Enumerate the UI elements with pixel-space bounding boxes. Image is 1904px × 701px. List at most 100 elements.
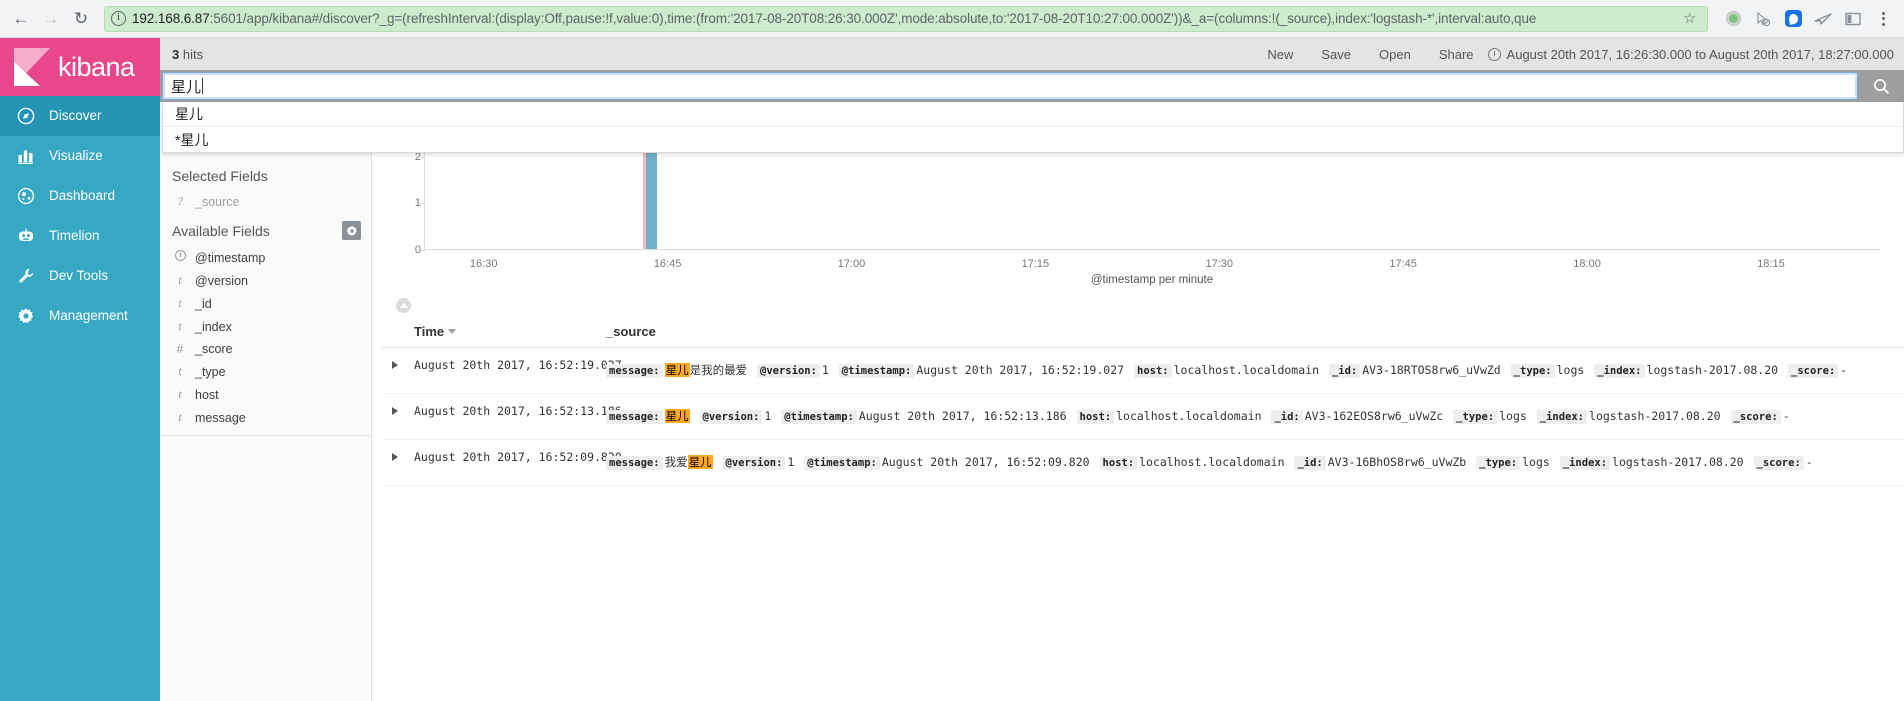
discover-main: Count 012 16:3016:4517:0017:1517:3017:45… [372, 102, 1904, 701]
field-value: logs [1499, 409, 1527, 423]
field-name: _type [195, 364, 226, 379]
sidebar-item-management[interactable]: Management [0, 296, 160, 336]
search-input[interactable]: 星儿 [162, 72, 1858, 100]
field-item-message[interactable]: t message [160, 406, 371, 429]
field-key: @version: [699, 410, 763, 424]
address-bar[interactable]: 192.168.6.87:5601/app/kibana#/discover?_… [104, 5, 1708, 32]
chart-y-tickmark [420, 156, 425, 158]
sidebar-item-visualize[interactable]: Visualize [0, 136, 160, 176]
field-name: @version [195, 273, 248, 288]
field-name: message [195, 410, 246, 425]
panel-layout-icon[interactable] [1840, 6, 1866, 32]
query-bar: 星儿 [160, 70, 1904, 102]
time-picker-button[interactable]: August 20th 2017, 16:26:30.000 to August… [1487, 46, 1904, 62]
browser-toolbar: ← → ↻ 192.168.6.87:5601/app/kibana#/disc… [0, 0, 1904, 38]
field-value: AV3-16BhOS8rw6_uVwZb [1327, 455, 1467, 469]
column-header-time[interactable]: Time [408, 324, 606, 339]
new-button[interactable]: New [1253, 47, 1307, 62]
field-value: localhost.localdomain [1116, 409, 1262, 423]
field-type-string-icon: t [178, 364, 182, 378]
field-item-timestamp[interactable]: @timestamp [160, 246, 371, 269]
field-name: _source [195, 194, 240, 209]
field-settings-gear-icon[interactable] [342, 221, 361, 240]
timelion-icon [16, 226, 36, 246]
sidebar-item-label: Dev Tools [49, 268, 109, 283]
field-key: _index: [1559, 456, 1611, 470]
field-type-date-icon [174, 250, 186, 265]
selected-field-source[interactable]: ? _source [160, 190, 371, 213]
sort-desc-icon[interactable] [448, 329, 457, 334]
search-icon [1873, 78, 1889, 94]
clock-icon [1487, 47, 1501, 61]
open-button[interactable]: Open [1365, 47, 1425, 62]
cell-source: message: 星儿是我的最爱 @version: 1 @timestamp: Au… [606, 358, 1904, 383]
back-arrow-icon[interactable]: ← [6, 4, 36, 34]
sidebar-item-discover[interactable]: Discover [0, 96, 160, 136]
discover-topbar: 3 hits New Save Open Share August 20th 2… [160, 38, 1904, 70]
kibana-logo-icon [14, 48, 50, 86]
field-value: 1 [787, 455, 795, 469]
field-name: _id [195, 296, 212, 311]
field-key: @timestamp: [838, 364, 915, 378]
bar-chart-icon [16, 146, 36, 166]
sidebar-item-dev-tools[interactable]: Dev Tools [0, 256, 160, 296]
chrome-menu-icon[interactable] [1870, 6, 1896, 32]
document-table: Time _source August 20th 2017, 16:52:19.… [382, 320, 1904, 701]
field-value: 1 [764, 409, 772, 423]
extension-circle-icon[interactable] [1720, 6, 1746, 32]
hits-count: 3 hits [160, 47, 203, 62]
field-value: logstash-2017.08.20 [1646, 363, 1779, 377]
expand-row-icon[interactable] [382, 358, 408, 383]
suggestion-item[interactable]: *星儿 [163, 127, 1903, 152]
field-item-type[interactable]: t _type [160, 360, 371, 383]
expand-row-icon[interactable] [382, 404, 408, 429]
pocket-icon[interactable] [1780, 6, 1806, 32]
kibana-logo[interactable]: kibana [0, 38, 160, 96]
forward-arrow-icon[interactable]: → [36, 4, 66, 34]
field-value: - [1782, 409, 1790, 423]
field-item-id[interactable]: t _id [160, 292, 371, 315]
reload-icon[interactable]: ↻ [66, 4, 96, 34]
chart-y-tick: 0 [414, 244, 421, 256]
chart-x-tick: 17:45 [1389, 258, 1417, 270]
field-name: _index [195, 319, 232, 334]
field-type-number-icon: # [176, 342, 184, 356]
table-row[interactable]: August 20th 2017, 16:52:13.186 message: 星儿… [382, 394, 1904, 440]
field-key: @version: [757, 364, 820, 378]
suggestion-item[interactable]: 星儿 [163, 102, 1903, 127]
field-item-host[interactable]: t host [160, 383, 371, 406]
table-header-row: Time _source [382, 320, 1904, 348]
field-item-index[interactable]: t _index [160, 315, 371, 338]
expand-row-icon[interactable] [382, 450, 408, 475]
search-submit-button[interactable] [1858, 70, 1904, 102]
field-item-version[interactable]: t @version [160, 269, 371, 292]
table-row[interactable]: August 20th 2017, 16:52:09.820 message: 我爱… [382, 440, 1904, 486]
time-range-label: August 20th 2017, 16:26:30.000 to August… [1506, 46, 1894, 62]
table-row[interactable]: August 20th 2017, 16:52:19.027 message: 星儿… [382, 348, 1904, 394]
field-value: AV3-18RTOS8rw6_uVwZd [1362, 363, 1501, 377]
chart-x-tick: 16:45 [653, 258, 682, 270]
hits-label: hits [182, 46, 204, 62]
table-body: August 20th 2017, 16:52:19.027 message: 星儿… [382, 348, 1904, 486]
column-header-source[interactable]: _source [606, 324, 1904, 339]
field-key: @timestamp: [804, 456, 880, 470]
compass-icon [16, 106, 36, 126]
save-button[interactable]: Save [1307, 47, 1365, 62]
sidebar-item-timelion[interactable]: Timelion [0, 216, 160, 256]
sidebar-item-dashboard[interactable]: Dashboard [0, 176, 160, 216]
field-name: host [195, 387, 219, 402]
chart-y-tick: 1 [414, 197, 421, 210]
bookmark-star-icon[interactable]: ☆ [1683, 11, 1701, 26]
field-key: _index: [1536, 410, 1588, 424]
collapse-chevron-icon[interactable] [396, 298, 411, 313]
site-info-icon[interactable] [111, 10, 126, 26]
field-key: _type: [1453, 410, 1498, 424]
field-value: - [1840, 363, 1848, 377]
field-key: @version: [722, 456, 786, 470]
field-item-score[interactable]: # _score [160, 338, 371, 360]
cursor-block-icon[interactable] [1750, 6, 1776, 32]
field-key: _id: [1328, 364, 1361, 378]
paper-plane-icon[interactable] [1810, 6, 1836, 32]
share-button[interactable]: Share [1425, 47, 1488, 62]
field-value: 我爱星儿 [664, 455, 713, 469]
